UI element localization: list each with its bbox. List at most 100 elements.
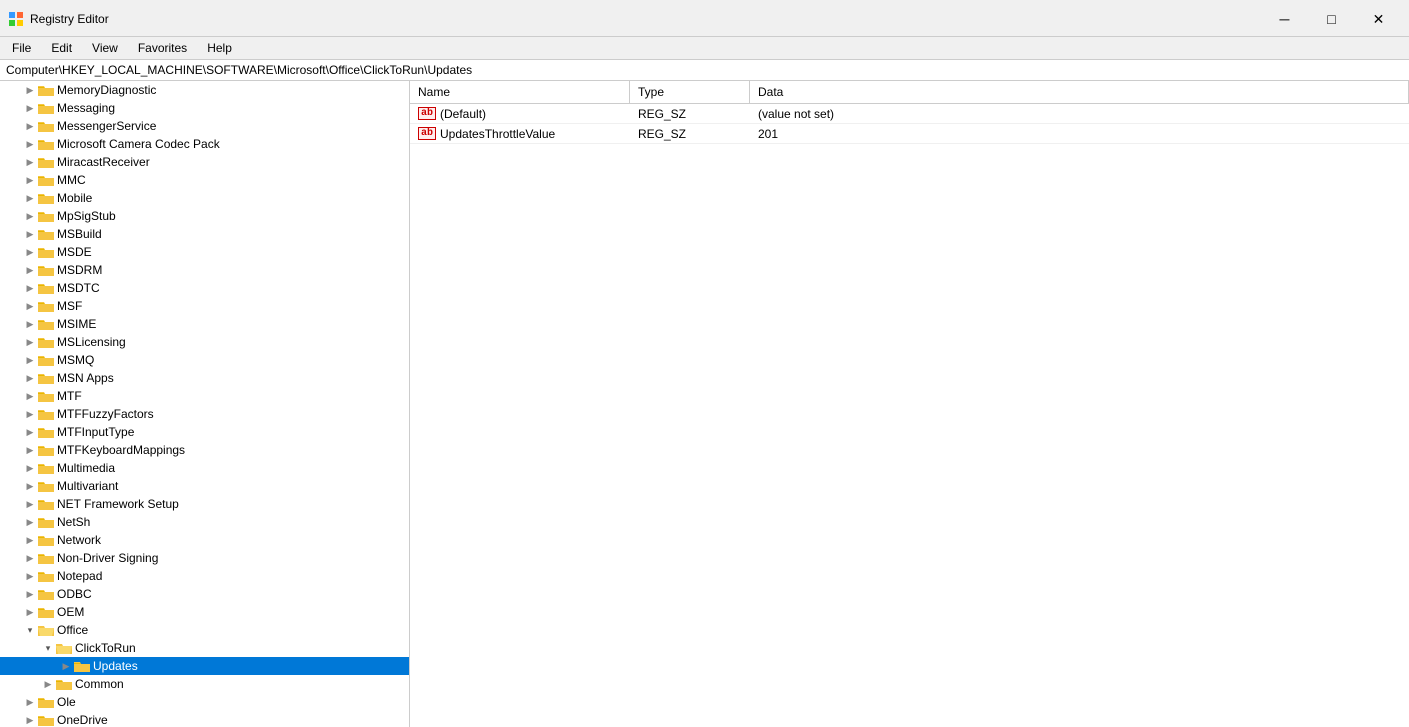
expand-arrow-nondriversigning[interactable]: ▶	[22, 550, 38, 566]
expand-arrow-netframeworksetup[interactable]: ▶	[22, 496, 38, 512]
menu-item-edit[interactable]: Edit	[43, 39, 80, 57]
expand-arrow-office[interactable]: ▾	[22, 622, 38, 638]
expand-arrow-msmq[interactable]: ▶	[22, 352, 38, 368]
minimize-button[interactable]: ─	[1262, 6, 1307, 32]
folder-icon-onedrive	[38, 713, 54, 727]
expand-arrow-msime[interactable]: ▶	[22, 316, 38, 332]
tree-item-mmc[interactable]: ▶MMC	[0, 171, 409, 189]
maximize-button[interactable]: □	[1309, 6, 1354, 32]
expand-arrow-msdtc[interactable]: ▶	[22, 280, 38, 296]
reg-value-icon: ab	[418, 107, 436, 120]
expand-arrow-mmc[interactable]: ▶	[22, 172, 38, 188]
tree-item-office[interactable]: ▾ Office	[0, 621, 409, 639]
tree-item-mslicensing[interactable]: ▶MSLicensing	[0, 333, 409, 351]
expand-arrow-messaging[interactable]: ▶	[22, 100, 38, 116]
tree-item-mtf[interactable]: ▶MTF	[0, 387, 409, 405]
menu-item-file[interactable]: File	[4, 39, 39, 57]
tree-item-netframeworksetup[interactable]: ▶NET Framework Setup	[0, 495, 409, 513]
tree-item-multimedia[interactable]: ▶ Multimedia	[0, 459, 409, 477]
tree-label-office: Office	[57, 623, 88, 637]
tree-item-mobile[interactable]: ▶Mobile	[0, 189, 409, 207]
expand-arrow-notepad[interactable]: ▶	[22, 568, 38, 584]
registry-row[interactable]: ab(Default)REG_SZ(value not set)	[410, 104, 1409, 124]
expand-arrow-memorydiagnostic[interactable]: ▶	[22, 82, 38, 98]
tree-label-microsoftcameracodecpack: Microsoft Camera Codec Pack	[57, 137, 220, 151]
menu-item-view[interactable]: View	[84, 39, 126, 57]
tree-item-netsh[interactable]: ▶NetSh	[0, 513, 409, 531]
expand-arrow-msf[interactable]: ▶	[22, 298, 38, 314]
tree-item-mtfinputtype[interactable]: ▶MTFInputType	[0, 423, 409, 441]
tree-item-notepad[interactable]: ▶Notepad	[0, 567, 409, 585]
expand-arrow-messengerservice[interactable]: ▶	[22, 118, 38, 134]
expand-arrow-multimedia[interactable]: ▶	[22, 460, 38, 476]
tree-item-multivariant[interactable]: ▶Multivariant	[0, 477, 409, 495]
expand-arrow-mobile[interactable]: ▶	[22, 190, 38, 206]
tree-item-msde[interactable]: ▶MSDE	[0, 243, 409, 261]
expand-arrow-common[interactable]: ▶	[40, 676, 56, 692]
tree-item-mtffuzzyfactors[interactable]: ▶MTFFuzzyFactors	[0, 405, 409, 423]
tree-item-msdrm[interactable]: ▶ MSDRM	[0, 261, 409, 279]
col-data-header: Data	[750, 81, 1409, 103]
tree-item-updates[interactable]: ▶Updates	[0, 657, 409, 675]
expand-arrow-mslicensing[interactable]: ▶	[22, 334, 38, 350]
tree-label-msdrm: MSDRM	[57, 263, 102, 277]
tree-item-msf[interactable]: ▶MSF	[0, 297, 409, 315]
folder-icon-msnapps	[38, 371, 54, 385]
tree-label-msime: MSIME	[57, 317, 96, 331]
tree-label-common: Common	[75, 677, 124, 691]
expand-arrow-mtfkeyboardmappings[interactable]: ▶	[22, 442, 38, 458]
app-icon	[8, 11, 24, 27]
close-button[interactable]: ✕	[1356, 6, 1401, 32]
registry-row[interactable]: abUpdatesThrottleValueREG_SZ201	[410, 124, 1409, 144]
menu-item-help[interactable]: Help	[199, 39, 240, 57]
tree-item-clicktorun[interactable]: ▾ClickToRun	[0, 639, 409, 657]
tree-label-multimedia: Multimedia	[57, 461, 115, 475]
tree-item-network[interactable]: ▶Network	[0, 531, 409, 549]
tree-item-ole[interactable]: ▶ Ole	[0, 693, 409, 711]
expand-arrow-network[interactable]: ▶	[22, 532, 38, 548]
tree-item-nondriversigning[interactable]: ▶Non-Driver Signing	[0, 549, 409, 567]
tree-item-mtfkeyboardmappings[interactable]: ▶MTFKeyboardMappings	[0, 441, 409, 459]
tree-item-miracastreceiver[interactable]: ▶MiracastReceiver	[0, 153, 409, 171]
folder-icon-mmc	[38, 173, 54, 187]
expand-arrow-ole[interactable]: ▶	[22, 694, 38, 710]
tree-item-messengerservice[interactable]: ▶MessengerService	[0, 117, 409, 135]
tree-item-oem[interactable]: ▶OEM	[0, 603, 409, 621]
tree-item-msime[interactable]: ▶ MSIME	[0, 315, 409, 333]
expand-arrow-microsoftcameracodecpack[interactable]: ▶	[22, 136, 38, 152]
expand-arrow-mtffuzzyfactors[interactable]: ▶	[22, 406, 38, 422]
expand-arrow-oem[interactable]: ▶	[22, 604, 38, 620]
expand-arrow-msnapps[interactable]: ▶	[22, 370, 38, 386]
tree-item-common[interactable]: ▶ Common	[0, 675, 409, 693]
expand-arrow-msbuild[interactable]: ▶	[22, 226, 38, 242]
expand-arrow-clicktorun[interactable]: ▾	[40, 640, 56, 656]
expand-arrow-onedrive[interactable]: ▶	[22, 712, 38, 727]
expand-arrow-mpsigstub[interactable]: ▶	[22, 208, 38, 224]
tree-label-ole: Ole	[57, 695, 76, 709]
tree-item-msnapps[interactable]: ▶ MSN Apps	[0, 369, 409, 387]
menu-item-favorites[interactable]: Favorites	[130, 39, 195, 57]
folder-icon-msde	[38, 245, 54, 259]
expand-arrow-mtfinputtype[interactable]: ▶	[22, 424, 38, 440]
expand-arrow-netsh[interactable]: ▶	[22, 514, 38, 530]
expand-arrow-miracastreceiver[interactable]: ▶	[22, 154, 38, 170]
tree-item-mpsigstub[interactable]: ▶MpSigStub	[0, 207, 409, 225]
tree-item-msdtc[interactable]: ▶MSDTC	[0, 279, 409, 297]
expand-arrow-odbc[interactable]: ▶	[22, 586, 38, 602]
expand-arrow-msde[interactable]: ▶	[22, 244, 38, 260]
tree-item-msmq[interactable]: ▶MSMQ	[0, 351, 409, 369]
folder-icon-netsh	[38, 515, 54, 529]
folder-icon-nondriversigning	[38, 551, 54, 565]
expand-arrow-multivariant[interactable]: ▶	[22, 478, 38, 494]
tree-item-memorydiagnostic[interactable]: ▶MemoryDiagnostic	[0, 81, 409, 99]
tree-item-msbuild[interactable]: ▶MSBuild	[0, 225, 409, 243]
tree-item-odbc[interactable]: ▶ODBC	[0, 585, 409, 603]
expand-arrow-mtf[interactable]: ▶	[22, 388, 38, 404]
tree-item-messaging[interactable]: ▶Messaging	[0, 99, 409, 117]
tree-item-onedrive[interactable]: ▶OneDrive	[0, 711, 409, 727]
tree-label-msnapps: MSN Apps	[57, 371, 114, 385]
expand-arrow-msdrm[interactable]: ▶	[22, 262, 38, 278]
tree-item-microsoftcameracodecpack[interactable]: ▶ Microsoft Camera Codec Pack	[0, 135, 409, 153]
folder-icon-mtf	[38, 389, 54, 403]
expand-arrow-updates[interactable]: ▶	[58, 658, 74, 674]
